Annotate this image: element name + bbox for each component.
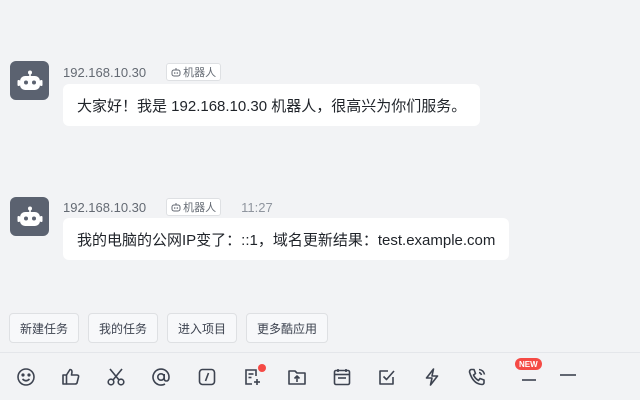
- lightning-icon[interactable]: [421, 366, 443, 388]
- message-bubble[interactable]: 我的电脑的公网IP变了：::1，域名更新结果：test.example.com: [63, 218, 510, 260]
- quick-actions: 新建任务 我的任务 进入项目 更多酷应用: [9, 313, 329, 343]
- phone-call-icon[interactable]: [466, 366, 488, 388]
- upload-folder-icon[interactable]: [286, 366, 308, 388]
- new-badge: NEW: [515, 358, 542, 370]
- input-toolbar: [0, 360, 640, 394]
- at-icon[interactable]: [150, 366, 172, 388]
- enter-project-button[interactable]: 进入项目: [167, 313, 238, 343]
- robot-badge-label: 机器人: [183, 67, 217, 79]
- message-meta: 192.168.10.30 机器人: [63, 63, 222, 81]
- my-tasks-button[interactable]: 我的任务: [88, 313, 159, 343]
- emoji-icon[interactable]: [15, 366, 37, 388]
- message-text: 我的电脑的公网IP变了：::1，域名更新结果：test.example.com: [77, 231, 496, 249]
- doc-add-icon[interactable]: [241, 364, 266, 388]
- sender-name[interactable]: 192.168.10.30: [63, 65, 146, 80]
- notification-dot: [258, 364, 266, 372]
- input-divider: [0, 352, 640, 353]
- robot-badge: 机器人: [166, 63, 222, 81]
- scissors-icon[interactable]: [105, 366, 127, 388]
- robot-badge: 机器人: [166, 198, 222, 216]
- message-time: 11:27: [241, 199, 273, 215]
- more-icon[interactable]: [557, 366, 579, 388]
- message-meta: 192.168.10.30 机器人 11:27: [63, 198, 273, 216]
- robot-avatar[interactable]: [10, 197, 49, 236]
- thumbs-up-icon[interactable]: [60, 366, 82, 388]
- new-task-button[interactable]: 新建任务: [9, 313, 80, 343]
- robot-icon: [17, 70, 42, 90]
- robot-badge-icon: [171, 203, 181, 212]
- message-bubble[interactable]: 大家好！我是 192.168.10.30 机器人，很高兴为你们服务。: [63, 84, 481, 126]
- robot-badge-icon: [171, 68, 181, 77]
- calendar-icon[interactable]: [331, 366, 353, 388]
- task-check-icon[interactable]: [376, 366, 398, 388]
- robot-icon: [17, 206, 42, 226]
- slash-command-icon[interactable]: [196, 366, 218, 388]
- robot-avatar[interactable]: [10, 61, 49, 100]
- sender-name[interactable]: 192.168.10.30: [63, 200, 146, 215]
- robot-badge-label: 机器人: [183, 202, 217, 214]
- more-cool-apps-button[interactable]: 更多酷应用: [246, 313, 329, 343]
- message-text: 大家好！我是 192.168.10.30 机器人，很高兴为你们服务。: [77, 97, 467, 115]
